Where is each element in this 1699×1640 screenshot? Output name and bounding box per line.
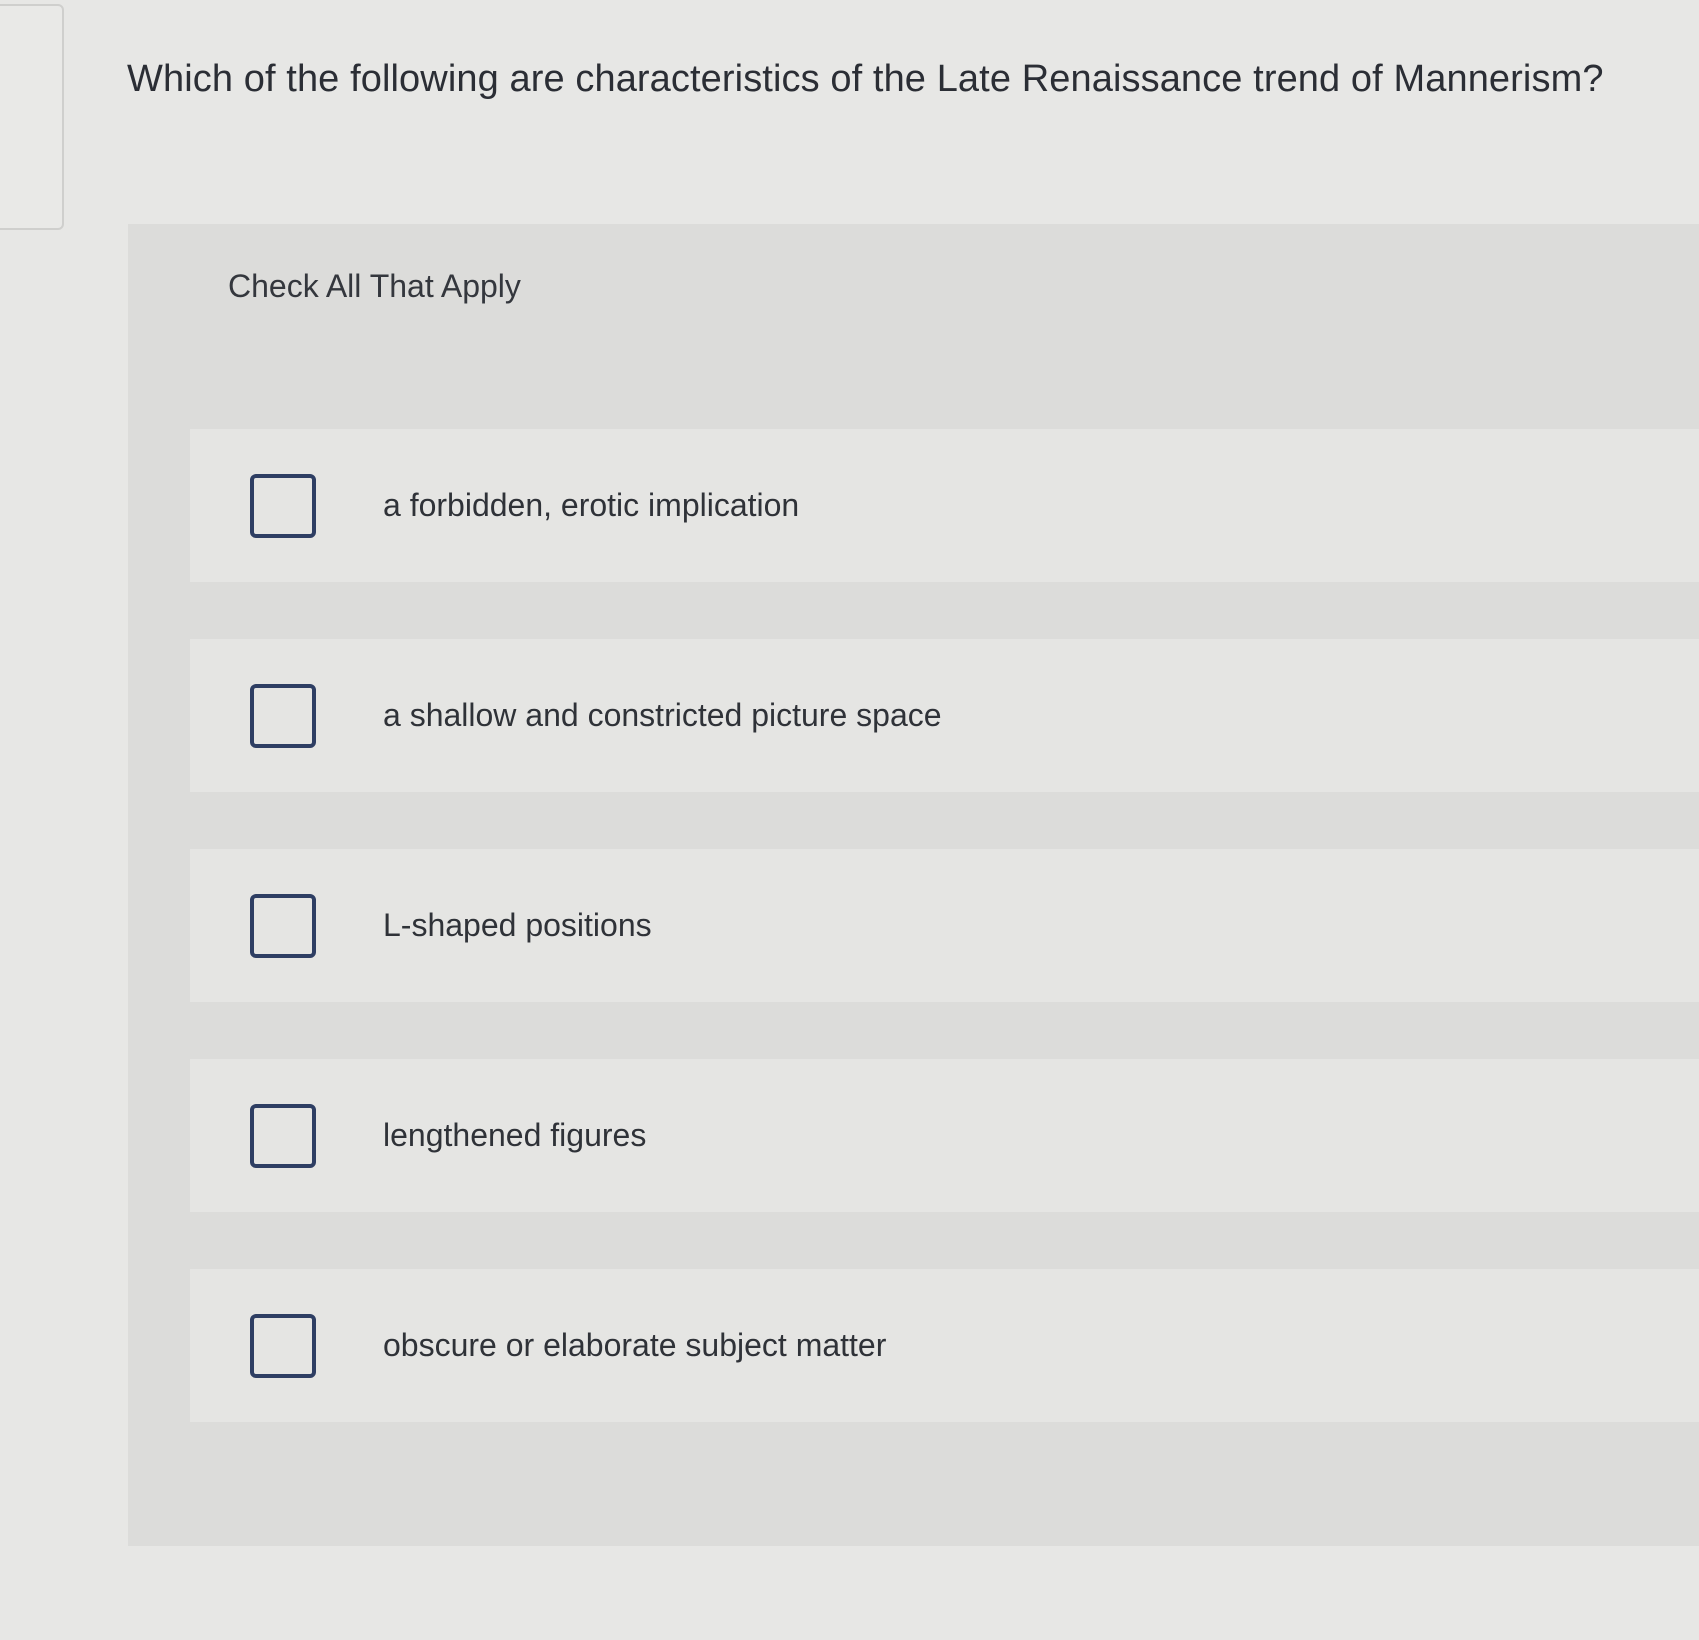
- instruction-text: Check All That Apply: [228, 268, 521, 304]
- option-row[interactable]: a forbidden, erotic implication: [190, 429, 1699, 582]
- options-list: a forbidden, erotic implication a shallo…: [190, 429, 1699, 1479]
- side-panel-tab: [0, 4, 64, 230]
- checkbox[interactable]: [250, 1103, 316, 1168]
- option-row[interactable]: lengthened figures: [190, 1059, 1699, 1212]
- checkbox[interactable]: [250, 683, 316, 748]
- option-row[interactable]: a shallow and constricted picture space: [190, 639, 1699, 792]
- option-row[interactable]: L-shaped positions: [190, 849, 1699, 1002]
- checkbox[interactable]: [250, 1313, 316, 1378]
- checkbox[interactable]: [250, 893, 316, 958]
- option-label: a shallow and constricted picture space: [383, 697, 942, 733]
- answer-panel: Check All That Apply a forbidden, erotic…: [128, 224, 1699, 1546]
- option-label: lengthened figures: [383, 1117, 647, 1153]
- option-row[interactable]: obscure or elaborate subject matter: [190, 1269, 1699, 1422]
- checkbox[interactable]: [250, 473, 316, 538]
- option-label: obscure or elaborate subject matter: [383, 1327, 887, 1363]
- option-label: a forbidden, erotic implication: [383, 487, 800, 523]
- question-text: Which of the following are characteristi…: [127, 58, 1604, 100]
- option-label: L-shaped positions: [383, 907, 652, 943]
